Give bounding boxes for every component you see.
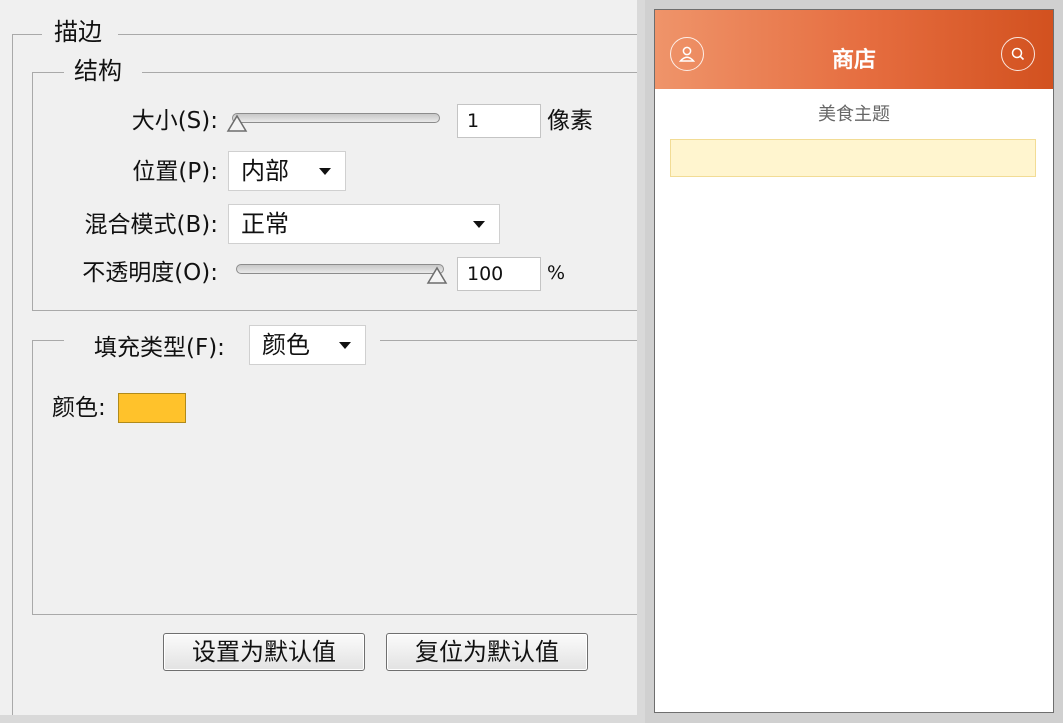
phone-screen: 商店 美食主题: [655, 10, 1053, 712]
phone-frame: 商店 美食主题: [654, 9, 1054, 713]
search-icon[interactable]: [1001, 37, 1035, 71]
structure-group-title: 结构: [68, 57, 128, 85]
set-default-button[interactable]: 设置为默认值: [163, 633, 365, 671]
size-slider[interactable]: [232, 113, 440, 123]
shop-header: 商店: [655, 10, 1053, 89]
group-border: [32, 614, 637, 615]
chevron-down-icon: [339, 342, 351, 349]
opacity-label: 不透明度(O):: [82, 260, 218, 286]
group-border: [32, 72, 64, 73]
group-border: [12, 34, 13, 715]
color-label: 颜色:: [52, 395, 106, 421]
fill-type-label: 填充类型(F):: [70, 333, 254, 363]
group-border: [118, 34, 637, 35]
size-input[interactable]: 1: [457, 104, 541, 138]
group-border: [142, 72, 637, 73]
blend-mode-select[interactable]: 正常: [228, 204, 500, 244]
chevron-down-icon: [319, 168, 331, 175]
group-border: [380, 340, 637, 341]
theme-subtitle: 美食主题: [818, 104, 890, 125]
position-label: 位置(P):: [132, 159, 218, 185]
fill-type-select-value: 颜色: [262, 331, 310, 359]
blend-mode-label: 混合模式(B):: [84, 212, 218, 238]
position-select[interactable]: 内部: [228, 151, 346, 191]
size-unit: 像素: [547, 108, 593, 134]
reset-default-button[interactable]: 复位为默认值: [386, 633, 588, 671]
color-swatch[interactable]: [118, 393, 186, 423]
group-border: [12, 34, 42, 35]
opacity-slider[interactable]: [236, 264, 444, 274]
blend-mode-select-value: 正常: [241, 210, 289, 238]
notice-bar: [670, 139, 1036, 177]
fill-type-select[interactable]: 颜色: [249, 325, 366, 365]
group-border: [32, 340, 33, 615]
group-border: [32, 340, 64, 341]
chevron-down-icon: [473, 221, 485, 228]
size-label: 大小(S):: [131, 108, 218, 134]
mobile-preview: 商店 美食主题: [645, 0, 1063, 723]
opacity-input[interactable]: 100: [457, 257, 541, 291]
group-border: [32, 310, 637, 311]
header-title: 商店: [831, 48, 876, 73]
group-border: [32, 72, 33, 311]
position-select-value: 内部: [241, 157, 289, 185]
stroke-group-title: 描边: [48, 18, 108, 46]
stroke-settings-panel: 描边 结构 大小(S): 1 像素 位置(P): 内部 混合模式(B): 正常 …: [0, 0, 637, 715]
opacity-unit: %: [547, 262, 566, 284]
